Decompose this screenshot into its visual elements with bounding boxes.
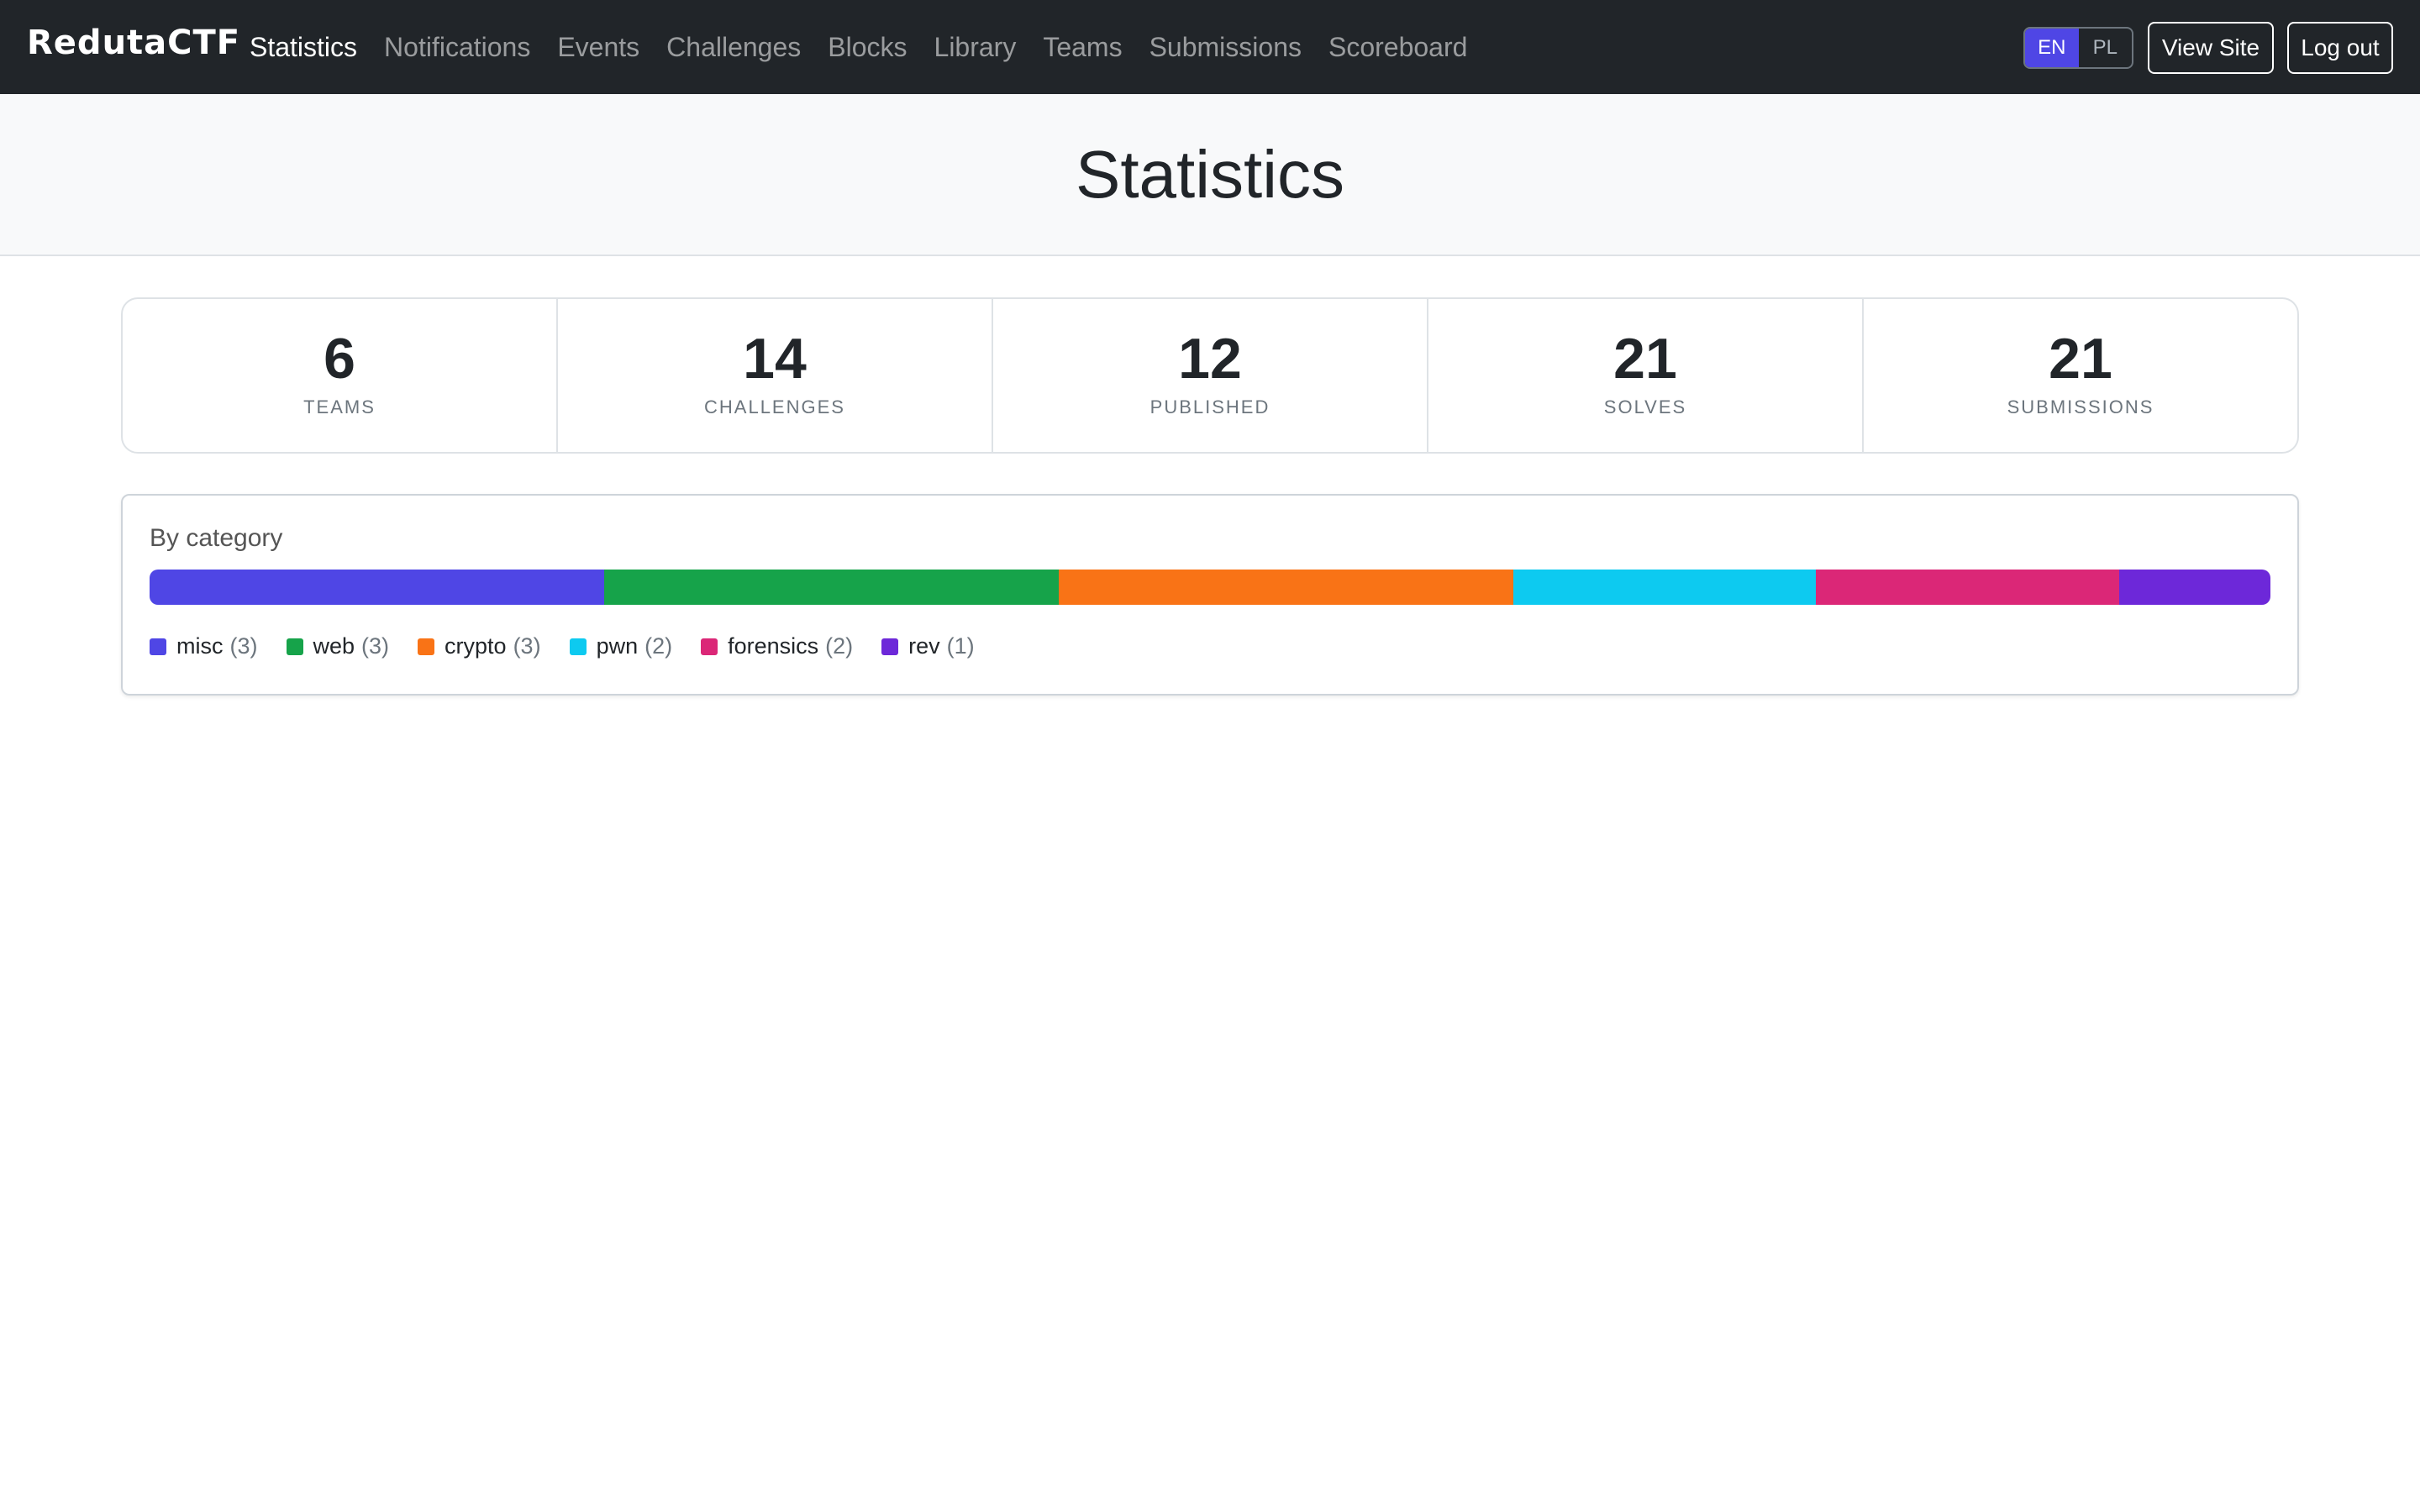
legend-count: (3) — [229, 633, 258, 659]
nav-link-teams[interactable]: Teams — [1043, 32, 1122, 63]
legend-item-web: web (3) — [286, 633, 390, 659]
category-segment-crypto — [1058, 570, 1513, 605]
legend-item-pwn: pwn (2) — [569, 633, 673, 659]
legend-name: forensics — [728, 633, 819, 659]
stat-label: CHALLENGES — [704, 396, 845, 417]
category-stacked-bar — [150, 570, 2270, 605]
category-legend: misc (3) web (3) crypto (3) pwn (2) forensics (2)… — [150, 633, 1003, 659]
view-site-button[interactable]: View Site — [2148, 22, 2274, 74]
stat-label: PUBLISHED — [1150, 396, 1270, 417]
category-segment-misc — [150, 570, 604, 605]
legend-count: (3) — [361, 633, 390, 659]
category-segment-rev — [2118, 570, 2270, 605]
legend-item-crypto: crypto (3) — [418, 633, 541, 659]
legend-count: (3) — [513, 633, 541, 659]
stat-submissions: 21 SUBMISSIONS — [1864, 299, 2297, 452]
legend-item-forensics: forensics (2) — [701, 633, 853, 659]
stat-value: 21 — [1613, 327, 1677, 391]
legend-count: (2) — [644, 633, 673, 659]
stat-value: 6 — [324, 327, 355, 391]
legend-name: crypto — [445, 633, 507, 659]
stat-value: 12 — [1178, 327, 1242, 391]
legend-swatch — [150, 638, 166, 655]
nav-link-events[interactable]: Events — [557, 32, 639, 63]
nav-link-notifications[interactable]: Notifications — [384, 32, 530, 63]
stat-published: 12 PUBLISHED — [993, 299, 1428, 452]
category-segment-pwn — [1512, 570, 1817, 605]
stats-summary: 6 TEAMS 14 CHALLENGES 12 PUBLISHED 21 SO… — [121, 297, 2299, 454]
nav-link-library[interactable]: Library — [934, 32, 1017, 63]
stat-challenges: 14 CHALLENGES — [558, 299, 993, 452]
nav-link-challenges[interactable]: Challenges — [666, 32, 801, 63]
stat-label: SUBMISSIONS — [2007, 396, 2154, 417]
legend-swatch — [418, 638, 435, 655]
stat-label: TEAMS — [303, 396, 376, 417]
legend-count: (2) — [825, 633, 854, 659]
stat-value: 14 — [743, 327, 807, 391]
legend-name: pwn — [596, 633, 639, 659]
category-card: By category misc (3) web (3) crypto (3) pwn (2)… — [121, 494, 2299, 696]
nav-link-scoreboard[interactable]: Scoreboard — [1328, 32, 1467, 63]
stat-label: SOLVES — [1603, 396, 1687, 417]
stat-value: 21 — [2049, 327, 2112, 391]
lang-en-button[interactable]: EN — [2025, 29, 2079, 67]
page-header: Statistics — [0, 94, 2420, 256]
language-toggle: EN PL — [2023, 27, 2133, 69]
top-navbar: RedutaCTF Statistics Notifications Event… — [0, 0, 2420, 94]
category-segment-forensics — [1816, 570, 2119, 605]
brand-logo[interactable]: RedutaCTF — [27, 24, 240, 62]
logout-button[interactable]: Log out — [2287, 22, 2393, 74]
legend-count: (1) — [946, 633, 975, 659]
legend-item-misc: misc (3) — [150, 633, 258, 659]
nav-link-blocks[interactable]: Blocks — [828, 32, 907, 63]
legend-name: misc — [176, 633, 224, 659]
stat-solves: 21 SOLVES — [1428, 299, 1864, 452]
legend-swatch — [569, 638, 587, 655]
nav-link-submissions[interactable]: Submissions — [1150, 32, 1302, 63]
legend-name: web — [313, 633, 355, 659]
legend-name: rev — [908, 633, 940, 659]
nav-link-statistics[interactable]: Statistics — [250, 32, 357, 63]
page-title: Statistics — [1075, 137, 1345, 212]
legend-item-rev: rev (1) — [881, 633, 975, 659]
legend-swatch — [286, 638, 303, 655]
legend-swatch — [881, 638, 899, 655]
nav-links: Statistics Notifications Events Challeng… — [250, 0, 1494, 94]
legend-swatch — [701, 638, 718, 655]
lang-pl-button[interactable]: PL — [2079, 29, 2133, 67]
category-segment-web — [603, 570, 1059, 605]
category-title: By category — [150, 524, 283, 552]
stat-teams: 6 TEAMS — [123, 299, 558, 452]
